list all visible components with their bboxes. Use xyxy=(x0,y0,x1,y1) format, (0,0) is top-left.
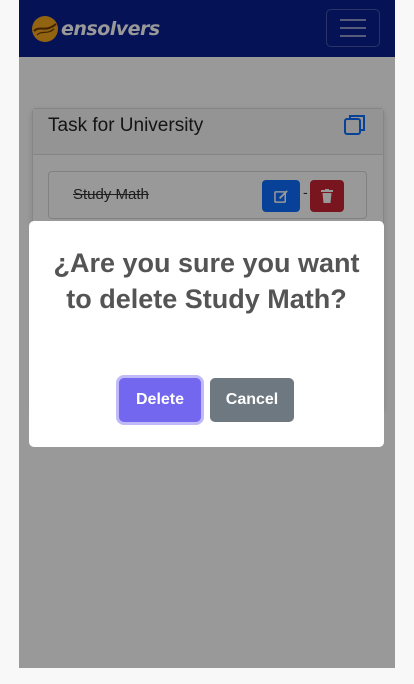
delete-button[interactable]: Delete xyxy=(119,378,201,422)
cancel-button[interactable]: Cancel xyxy=(210,378,294,422)
app-viewport: ensolvers Task for University Study Math xyxy=(19,0,395,668)
dialog-title: ¿Are you sure you want to delete Study M… xyxy=(53,248,360,314)
confirm-delete-dialog: ¿Are you sure you want to delete Study M… xyxy=(29,221,384,447)
